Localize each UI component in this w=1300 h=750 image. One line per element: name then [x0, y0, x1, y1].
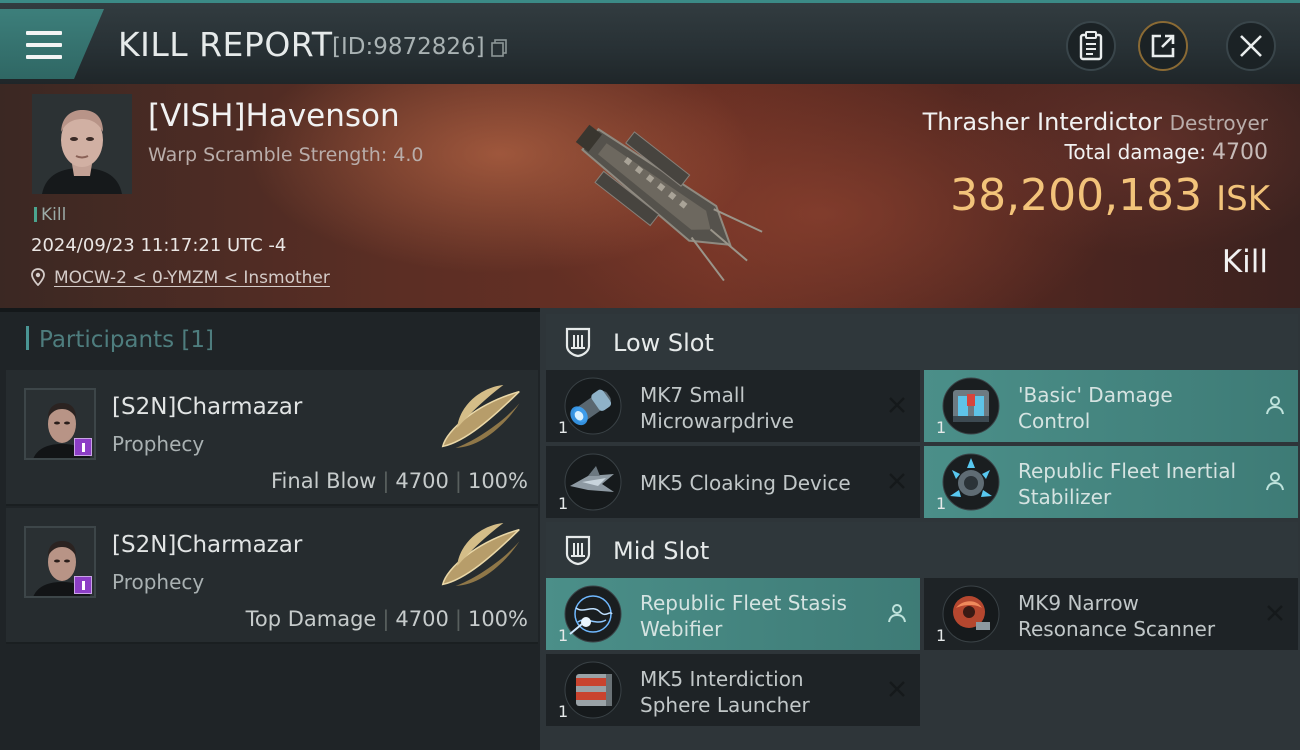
close-button[interactable]	[1226, 21, 1276, 71]
mid-slot-title: Mid Slot	[613, 537, 710, 565]
close-icon	[1240, 35, 1262, 57]
victim-ship-image	[575, 124, 763, 282]
header-bar: KILL REPORT [ID:9872826]	[0, 0, 1300, 84]
participant-name: [S2N]Charmazar	[112, 394, 303, 420]
victim-name[interactable]: [VISH]Havenson	[148, 98, 400, 134]
participant-ship: Prophecy	[112, 432, 205, 456]
participant-stats: Top Damage | 4700 | 100%	[245, 607, 528, 631]
mid-slot-header: Mid Slot	[546, 522, 1298, 578]
share-icon	[1151, 34, 1175, 58]
total-damage: Total damage: 4700	[1065, 140, 1269, 165]
module-quantity: 1	[936, 494, 947, 513]
copy-icon[interactable]	[490, 39, 508, 57]
ship-class: Destroyer	[1169, 111, 1268, 135]
kill-timestamp: 2024/09/23 11:17:21 UTC -4	[31, 235, 287, 256]
mid-slot-icon	[565, 535, 591, 566]
module-quantity: 1	[558, 702, 569, 721]
pilot-icon	[888, 604, 906, 623]
destroyed-icon	[889, 681, 905, 697]
participant-role: Final Blow	[271, 469, 377, 493]
pilot-icon	[1266, 472, 1284, 491]
stasis-webifier-icon	[564, 585, 622, 643]
participant-row[interactable]: [S2N]Charmazar Prophecy Top Damage | 4700 |…	[6, 508, 538, 644]
isk-unit: ISK	[1216, 179, 1270, 219]
module-name: Republic Fleet Inertial Stabilizer	[1018, 459, 1237, 509]
pilot-portrait-image	[32, 94, 132, 194]
module-name: MK5 Interdiction Sphere Launcher	[640, 667, 810, 717]
low-slot-header: Low Slot	[546, 314, 1298, 370]
low-slot-icon	[565, 327, 591, 358]
avatar	[24, 388, 96, 460]
module-name: MK5 Cloaking Device	[640, 471, 851, 495]
isk-value: 38,200,183 ISK	[950, 170, 1270, 221]
module-name: Republic Fleet Stasis Webifier	[640, 591, 847, 641]
module-item[interactable]: 1 Republic Fleet Stasis Webifier	[546, 578, 920, 650]
location-link[interactable]: MOCW-2 < 0-YMZM < Insmother	[54, 268, 330, 288]
participant-percent: 100%	[467, 469, 528, 493]
location-pin-icon	[31, 268, 45, 286]
module-item[interactable]: 1 MK7 Small Microwarpdrive	[546, 370, 920, 442]
menu-button[interactable]	[0, 9, 104, 79]
module-name: MK9 Narrow Resonance Scanner	[1018, 591, 1216, 641]
module-quantity: 1	[558, 418, 569, 437]
participant-ship-image	[441, 522, 520, 586]
hamburger-menu-icon	[26, 31, 62, 61]
damage-control-icon	[942, 377, 1000, 435]
module-name: MK7 Small Microwarpdrive	[640, 383, 794, 433]
isk-amount: 38,200,183	[950, 170, 1203, 221]
fitting-panel: Low Slot 1 MK7 Small Microwarpdrive 1 'B…	[540, 308, 1300, 750]
total-damage-value: 4700	[1212, 140, 1268, 165]
destroyed-icon	[1267, 605, 1283, 621]
participants-title: Participants [1]	[26, 326, 214, 353]
interdiction-launcher-icon	[564, 661, 622, 719]
corp-badge-icon	[74, 576, 92, 594]
module-name: 'Basic' Damage Control	[1018, 383, 1173, 433]
participant-damage: 4700	[395, 607, 449, 631]
victim-banner: [VISH]Havenson Warp Scramble Strength: 4…	[0, 84, 1300, 308]
participant-stats: Final Blow | 4700 | 100%	[271, 469, 528, 493]
pilot-icon	[1266, 396, 1284, 415]
victim-ship-type[interactable]: Thrasher Interdictor Destroyer	[923, 108, 1268, 136]
participants-panel: Participants [1] [S2N]Charmazar Prophecy	[0, 308, 540, 750]
participant-ship: Prophecy	[112, 570, 205, 594]
module-item[interactable]: 1 'Basic' Damage Control	[924, 370, 1298, 442]
destroyed-icon	[889, 397, 905, 413]
corp-badge-icon	[74, 438, 92, 456]
victim-portrait[interactable]	[32, 94, 132, 194]
page-title: KILL REPORT	[118, 25, 333, 64]
avatar	[24, 526, 96, 598]
destroyed-icon	[889, 473, 905, 489]
clipboard-icon	[1079, 31, 1103, 61]
clipboard-button[interactable]	[1066, 21, 1116, 71]
participant-role: Top Damage	[245, 607, 377, 631]
cloaking-device-icon	[564, 453, 622, 511]
module-item[interactable]: 1 MK5 Cloaking Device	[546, 446, 920, 518]
participant-name: [S2N]Charmazar	[112, 532, 303, 558]
warp-scramble-strength: Warp Scramble Strength: 4.0	[148, 144, 424, 166]
resonance-scanner-icon	[942, 585, 1000, 643]
low-slot-title: Low Slot	[613, 329, 714, 357]
ship-name: Thrasher Interdictor	[922, 108, 1162, 136]
participant-damage: 4700	[395, 469, 449, 493]
module-item[interactable]: 1 MK9 Narrow Resonance Scanner	[924, 578, 1298, 650]
kill-tag: Kill	[34, 205, 66, 225]
participant-ship-image	[441, 384, 520, 448]
module-quantity: 1	[936, 418, 947, 437]
microwarpdrive-icon	[564, 377, 622, 435]
module-quantity: 1	[558, 494, 569, 513]
module-quantity: 1	[558, 626, 569, 645]
report-id: [ID:9872826]	[332, 34, 485, 60]
module-item[interactable]: 1 MK5 Interdiction Sphere Launcher	[546, 654, 920, 726]
total-damage-label: Total damage:	[1064, 140, 1207, 164]
kill-result: Kill	[1221, 244, 1268, 280]
participant-percent: 100%	[467, 607, 528, 631]
module-item[interactable]: 1 Republic Fleet Inertial Stabilizer	[924, 446, 1298, 518]
inertial-stabilizer-icon	[942, 453, 1000, 511]
participant-row[interactable]: [S2N]Charmazar Prophecy Final Blow | 4700 |…	[6, 370, 538, 506]
share-button[interactable]	[1138, 21, 1188, 71]
module-quantity: 1	[936, 626, 947, 645]
